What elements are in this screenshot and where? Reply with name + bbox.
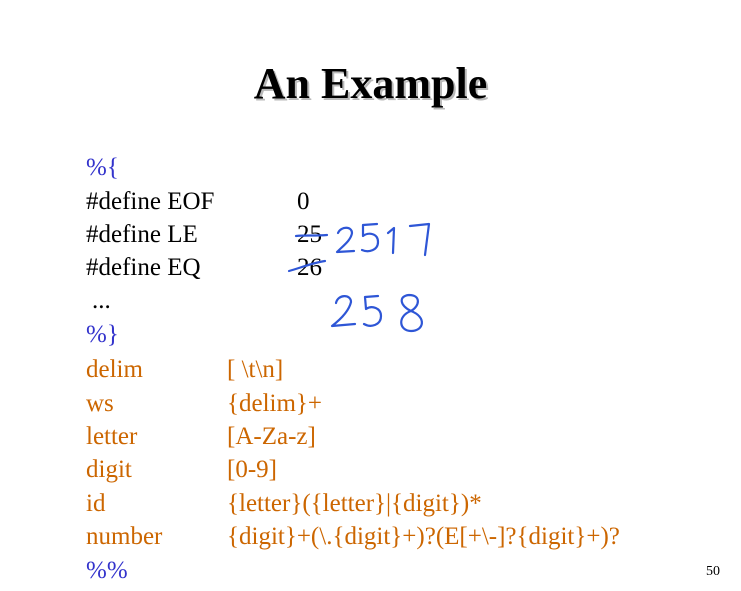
handwritten-258-digit-8 <box>400 293 423 333</box>
handwritten-257-digit-2 <box>335 226 356 254</box>
handwritten-258-digit-5 <box>362 294 383 327</box>
pen-annotations <box>287 222 431 333</box>
ink-strokes <box>287 222 431 333</box>
strike-eq-value <box>287 259 327 273</box>
strike-le-value <box>294 233 329 238</box>
handwritten-258-digit-2 <box>330 295 357 328</box>
slide: An Example %{ #define EOF 0 #define LE 2… <box>0 0 741 591</box>
handwritten-257-digit-1 <box>386 226 396 255</box>
handwritten-257-digit-7 <box>408 222 431 257</box>
handwritten-257-digit-5 <box>360 222 380 253</box>
